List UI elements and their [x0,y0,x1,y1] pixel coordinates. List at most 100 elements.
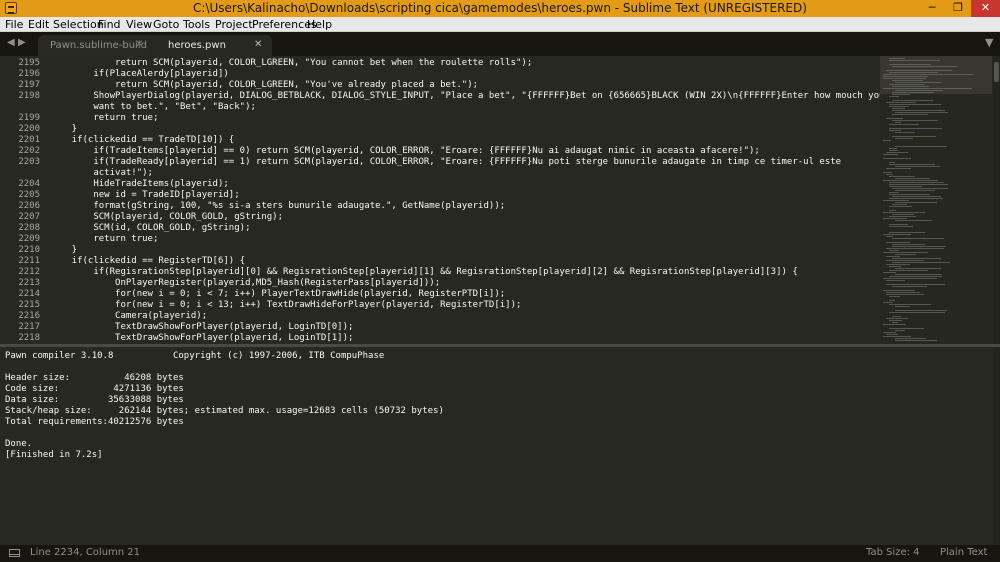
line-number: 2202 [18,146,40,156]
output-scrollbar[interactable] [993,347,1000,545]
tab-overflow-icon[interactable]: ▼ [985,36,993,49]
minimap-line [883,78,926,79]
minimap-line [892,136,936,137]
minimap-line [892,244,925,245]
menu-help[interactable]: Help [307,17,332,32]
tab-nav-left-icon[interactable]: ◀ [7,37,15,48]
minimap-line [895,138,913,139]
code-line[interactable]: if(clickedid == RegisterTD[6]) { [50,256,245,266]
tab-close-icon[interactable]: ✕ [254,39,262,50]
menu-selection[interactable]: Selection [53,17,104,32]
menu-goto[interactable]: Goto [153,17,179,32]
code-line[interactable]: if(PlaceAlerdy[playerid]) [50,69,228,79]
code-line[interactable]: if(clickedid == TradeTD[10]) { [50,135,235,145]
code-line[interactable]: SCM(playerid, COLOR_GOLD, gString); [50,212,283,222]
menu-find[interactable]: Find [98,17,121,32]
minimap-line [895,220,932,221]
menu-view[interactable]: View [126,17,152,32]
line-number: 2215 [18,300,40,310]
minimap-line [883,252,928,253]
minimap-line [889,106,909,107]
code-line[interactable]: return SCM(playerid, COLOR_LGREEN, "You'… [50,80,478,90]
minimap-line [895,338,926,339]
minimap-line [895,82,941,83]
minimap-line [892,258,941,259]
code-line[interactable]: return true; [50,234,158,244]
minimap-line [883,290,915,291]
code-line[interactable]: HideTradeItems(playerid); [50,179,228,189]
code-line[interactable]: for(new i = 0; i < 7; i++) PlayerTextDra… [50,289,505,299]
minimap-line [889,130,901,131]
line-number: 2200 [18,124,40,134]
output-line: Data size: 35633088 bytes [5,395,184,405]
minimap-line [883,76,928,77]
tab-size-selector[interactable]: Tab Size: 4 [866,547,920,558]
menu-file[interactable]: File [5,17,23,32]
tab-heroes-pwn[interactable]: heroes.pwn ✕ [150,35,272,56]
code-line[interactable]: if(RegisrationStep[playerid][0] && Regis… [50,267,797,277]
minimize-button[interactable]: ─ [919,0,945,17]
minimap-line [889,164,935,165]
code-line[interactable]: TextDrawShowForPlayer(playerid, LoginTD[… [50,333,353,343]
close-button[interactable]: ✕ [971,0,1000,17]
line-number: 2205 [18,190,40,200]
syntax-selector[interactable]: Plain Text [940,547,987,558]
code-line[interactable]: } [50,245,77,255]
menu-project[interactable]: Project [215,17,253,32]
menu-edit[interactable]: Edit [28,17,49,32]
tab-pawn-sublime-build[interactable]: Pawn.sublime-build ✕ [38,35,158,56]
line-number: 2198 [18,91,40,101]
code-line[interactable]: for(new i = 0; i < 13; i++) TextDrawHide… [50,300,521,310]
minimap-line [895,190,935,191]
code-line[interactable]: if(TradeReady[playerid] == 1) return SCM… [50,157,841,167]
menu-tools[interactable]: Tools [183,17,210,32]
minimap-line [892,322,898,323]
output-line: Header size: 46208 bytes [5,373,184,383]
minimap[interactable] [880,56,992,344]
minimap-line [895,306,910,307]
minimap-line [889,176,915,177]
code-line[interactable]: } [50,124,77,134]
minimap-line [886,334,898,335]
editor-scrollbar[interactable] [993,56,1000,344]
minimap-line [883,172,892,173]
code-line[interactable]: ShowPlayerDialog(playerid, DIALOG_BETBLA… [50,91,884,101]
minimap-line [892,66,957,67]
minimap-line [889,232,925,233]
code-line[interactable]: format(gString, 100, "%s si-a sters bunu… [50,201,505,211]
code-line[interactable]: want to bet.", "Bet", "Back"); [50,102,256,112]
panel-toggle-icon[interactable] [9,549,20,557]
code-line[interactable]: Camera(playerid); [50,311,207,321]
output-line: Code size: 4271136 bytes [5,384,184,394]
minimap-line [889,300,895,301]
minimap-line [883,332,896,333]
tab-close-icon[interactable]: ✕ [135,39,143,50]
code-line[interactable]: return SCM(playerid, COLOR_LGREEN, "You … [50,58,532,68]
minimap-line [883,154,898,155]
minimap-line [883,74,973,75]
output-line: [Finished in 7.2s] [5,450,103,460]
maximize-button[interactable]: ❐ [945,0,971,17]
editor-scrollbar-thumb[interactable] [994,62,999,82]
tab-nav-right-icon[interactable]: ▶ [18,37,26,48]
minimap-line [889,276,942,277]
minimap-line [883,180,938,181]
output-line: Total requirements:40212576 bytes [5,417,184,427]
code-line[interactable]: if(TradeItems[playerid] == 0) return SCM… [50,146,759,156]
minimap-line [892,286,927,287]
code-line[interactable]: new id = TradeID[playerid]; [50,190,239,200]
code-line[interactable]: activat!"); [50,168,153,178]
code-line[interactable]: return true; [50,113,158,123]
minimap-line [889,216,916,217]
output-line: Stack/heap size: 262144 bytes; estimated… [5,406,444,416]
minimap-line [886,248,944,249]
code-line[interactable]: OnPlayerRegister(playerid,MD5_Hash(Regis… [50,278,440,288]
minimap-line [886,152,908,153]
minimap-line [892,238,944,239]
minimap-line [895,268,941,269]
code-editor[interactable]: 2195 2196 2197 2198 2199 2200 2201 2202 … [0,56,1000,344]
minimap-line [892,246,946,247]
code-line[interactable]: SCM(id, COLOR_GOLD, gString); [50,223,250,233]
minimap-line [889,104,941,105]
code-line[interactable]: TextDrawShowForPlayer(playerid, LoginTD[… [50,322,353,332]
